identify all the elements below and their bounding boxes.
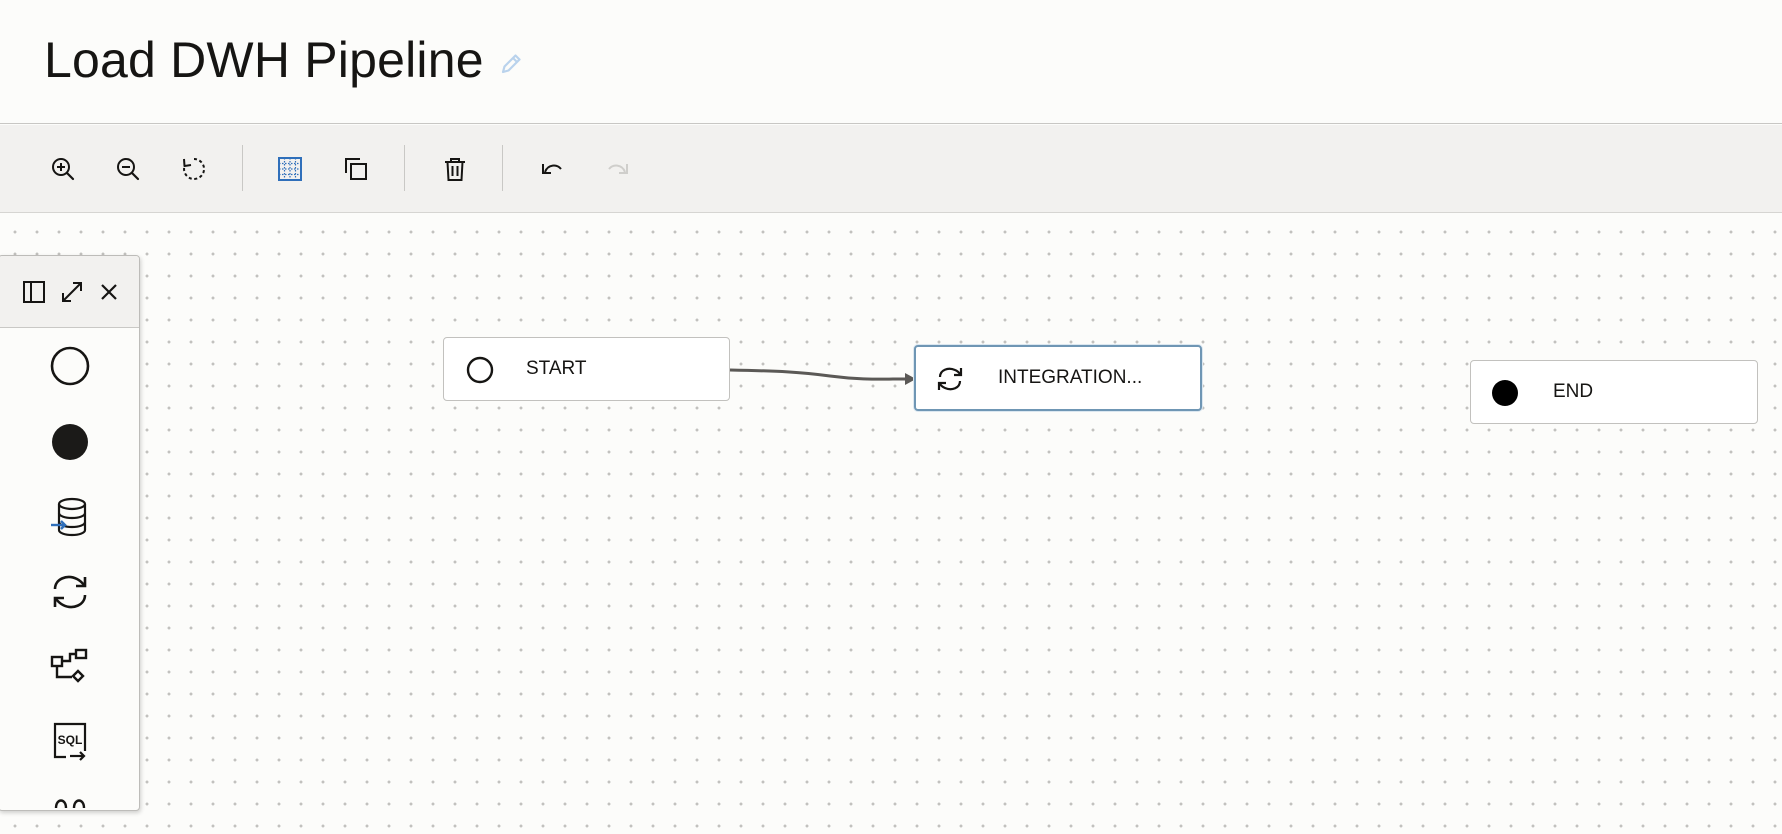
node-label: END [1553,381,1594,402]
integration-task-node[interactable]: INTEGRATION... [914,345,1202,411]
data-loader-task-icon [51,497,87,537]
pencil-edit-icon[interactable] [496,49,526,79]
end-circle-icon [1489,377,1521,409]
toolbar-separator [502,145,503,191]
sql-task-icon: SQL [53,722,87,761]
palette-end-operator[interactable] [44,416,96,468]
palette-header [0,256,139,328]
pipeline-task-icon [50,648,88,683]
toggle-grid-button[interactable] [272,151,308,187]
palette-more-operator[interactable] [44,790,96,810]
zoom-out-icon [117,158,140,181]
end-operator-icon [52,424,88,460]
expand-icon [62,282,82,302]
palette-pipeline-task[interactable] [44,640,96,692]
grid-icon [278,157,302,181]
node-label: INTEGRATION... [998,367,1143,388]
more-operator-icon [54,799,86,809]
copy-button[interactable] [338,151,374,187]
canvas-toolbar [0,125,1782,213]
expand-button[interactable] [57,277,87,307]
palette-start-operator[interactable] [44,340,96,392]
end-node[interactable]: END [1470,360,1758,424]
page-title: Load DWH Pipeline [44,32,484,88]
page-header: Load DWH Pipeline [0,0,1782,124]
palette-data-loader-task[interactable] [44,491,96,543]
redo-icon [608,164,628,174]
close-icon [101,284,117,300]
integration-task-icon [53,575,87,609]
copy-icon [345,158,367,180]
node-label: START [526,358,587,379]
start-node[interactable]: START [443,337,730,401]
zoom-in-button[interactable] [45,151,81,187]
toolbar-separator [242,145,243,191]
undo-icon [542,164,562,174]
close-palette-button[interactable] [94,277,124,307]
delete-icon [445,158,465,181]
zoom-in-icon [52,158,75,181]
svg-text:SQL: SQL [58,733,83,747]
reset-icon [183,157,206,180]
redo-button[interactable] [600,151,636,187]
panel-toggle-button[interactable] [19,277,49,307]
palette-sql-task[interactable]: SQL [44,715,96,767]
reset-zoom-button[interactable] [176,151,212,187]
toolbar-separator [404,145,405,191]
panel-toggle-icon [23,281,45,303]
start-operator-icon [50,346,90,386]
integration-task-icon [934,363,966,395]
pipeline-canvas[interactable] [0,213,1782,834]
undo-button[interactable] [534,151,570,187]
delete-button[interactable] [437,151,473,187]
start-circle-icon [464,354,496,386]
palette-integration-task[interactable] [44,566,96,618]
zoom-out-button[interactable] [110,151,146,187]
